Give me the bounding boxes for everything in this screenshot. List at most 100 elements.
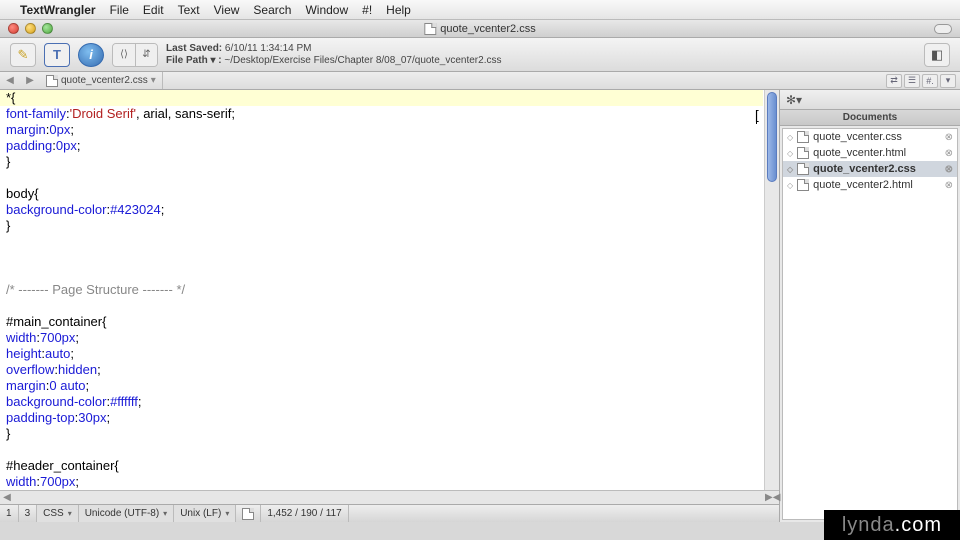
window-titlebar: quote_vcenter2.css	[0, 20, 960, 38]
code-line[interactable]: }	[6, 154, 773, 170]
active-document-tab[interactable]: quote_vcenter2.css ▾	[40, 72, 163, 89]
close-document-icon[interactable]: ⊗	[945, 132, 953, 143]
menu-edit[interactable]: Edit	[143, 3, 164, 17]
document-icon	[797, 147, 809, 159]
document-icon	[242, 508, 254, 520]
document-name: quote_vcenter2.css	[813, 163, 940, 175]
status-lineending-picker[interactable]: Unix (LF)	[174, 505, 236, 522]
code-line[interactable]: padding-top:30px;	[6, 410, 773, 426]
menu-text[interactable]: Text	[178, 3, 200, 17]
watermark: lynda.com	[824, 510, 960, 540]
sidebar-toggle-button[interactable]: ◧	[924, 43, 950, 67]
menu-shebang[interactable]: #!	[362, 3, 372, 17]
code-line[interactable]	[6, 170, 773, 186]
code-line[interactable]: overflow:hidden;	[6, 362, 773, 378]
code-line[interactable]: }	[6, 426, 773, 442]
document-icon	[46, 75, 58, 87]
document-list-item[interactable]: ◇quote_vcenter2.html⊗	[783, 177, 957, 193]
function-popup-button[interactable]: #.	[922, 74, 938, 88]
marker-button[interactable]: ☰	[904, 74, 920, 88]
code-line[interactable]: #main_container{	[6, 314, 773, 330]
zoom-window-button[interactable]	[42, 23, 53, 34]
menubar: TextWrangler File Edit Text View Search …	[0, 0, 960, 20]
edit-button[interactable]: ✎	[10, 43, 36, 67]
document-list-item[interactable]: ◇ quote_vcenter2.css ⊗	[783, 161, 957, 177]
file-info: Last Saved: 6/10/11 1:34:14 PM File Path…	[166, 43, 501, 67]
code-line[interactable]	[6, 234, 773, 250]
code-line[interactable]: background-color:#423024;	[6, 202, 773, 218]
code-line[interactable]: /* ------- Page Structure ------- */	[6, 282, 773, 298]
hscroll-right-icon[interactable]: ▶◀	[765, 492, 779, 503]
split-button[interactable]: ▾	[940, 74, 956, 88]
code-line[interactable]: body{	[6, 186, 773, 202]
document-name: quote_vcenter.css	[813, 131, 940, 143]
view-mode-b[interactable]: ⇵	[135, 44, 157, 66]
watermark-b: .com	[895, 514, 942, 537]
status-encoding-picker[interactable]: Unicode (UTF-8)	[79, 505, 174, 522]
documents-drawer: ✻▾ Documents ◇ quote_vcenter.css ⊗ ◇ quote_v…	[780, 90, 960, 522]
drawer-toolbar: ✻▾	[780, 90, 960, 110]
nav-back-button[interactable]: ◀	[0, 75, 20, 86]
code-line[interactable]: width:700px;	[6, 474, 773, 490]
app-menu[interactable]: TextWrangler	[20, 3, 96, 17]
code-line[interactable]: padding:0px;	[6, 138, 773, 154]
diamond-icon: ◇	[787, 149, 793, 158]
code-line[interactable]: #header_container{	[6, 458, 773, 474]
watermark-a: lynda	[842, 514, 895, 537]
document-name: quote_vcenter2.html	[813, 179, 940, 191]
tab-filename: quote_vcenter2.css	[61, 75, 148, 86]
gear-icon[interactable]: ✻▾	[786, 93, 802, 107]
main-area: *{font-family:'Droid Serif', arial, sans…	[0, 90, 960, 522]
close-document-icon[interactable]: ⊗	[945, 180, 953, 191]
close-window-button[interactable]	[8, 23, 19, 34]
menu-window[interactable]: Window	[305, 3, 348, 17]
code-line[interactable]	[6, 442, 773, 458]
file-path-label[interactable]: File Path ▾ :	[166, 55, 222, 66]
view-mode-segment[interactable]: ⟨⟩ ⇵	[112, 43, 158, 67]
menu-file[interactable]: File	[110, 3, 129, 17]
menu-search[interactable]: Search	[253, 3, 291, 17]
status-col: 3	[19, 505, 38, 522]
info-button[interactable]: i	[78, 43, 104, 67]
tab-dropdown-icon[interactable]: ▾	[151, 75, 156, 86]
status-doc-icon[interactable]	[236, 505, 261, 522]
text-options-button[interactable]: T	[44, 43, 70, 67]
document-list: ◇quote_vcenter.css⊗◇quote_vcenter.html⊗◇…	[782, 128, 958, 520]
code-line[interactable]: margin:0 auto;	[6, 378, 773, 394]
code-line[interactable]: margin:0px;	[6, 122, 773, 138]
code-line[interactable]: width:700px;	[6, 330, 773, 346]
code-line[interactable]: font-family:'Droid Serif', arial, sans-s…	[6, 106, 773, 122]
minimize-window-button[interactable]	[25, 23, 36, 34]
document-list-item[interactable]: ◇ quote_vcenter.html ⊗	[783, 145, 957, 161]
toolbar-toggle-button[interactable]	[934, 24, 952, 34]
statusbar: 1 3 CSS Unicode (UTF-8) Unix (LF) 1,452 …	[0, 504, 779, 522]
drawer-header: Documents	[780, 110, 960, 126]
status-language-picker[interactable]: CSS	[37, 505, 79, 522]
document-icon	[797, 179, 809, 191]
document-icon	[797, 163, 809, 175]
code-line[interactable]: *{	[6, 90, 773, 106]
code-line[interactable]	[6, 250, 773, 266]
code-line[interactable]: height:auto;	[6, 346, 773, 362]
last-saved-label: Last Saved:	[166, 43, 222, 54]
document-name: quote_vcenter.html	[813, 147, 940, 159]
menu-view[interactable]: View	[214, 3, 240, 17]
counterpart-button[interactable]: ⇄	[886, 74, 902, 88]
document-tabbar: ◀ ▶ quote_vcenter2.css ▾ ⇄ ☰ #. ▾	[0, 72, 960, 90]
document-list-item[interactable]: ◇quote_vcenter.css⊗	[783, 129, 957, 145]
code-line[interactable]	[6, 266, 773, 282]
view-mode-a[interactable]: ⟨⟩	[113, 44, 135, 66]
code-line[interactable]: }	[6, 218, 773, 234]
diamond-icon: ◇	[787, 165, 793, 174]
nav-forward-button[interactable]: ▶	[20, 75, 40, 86]
code-line[interactable]: background-color:#ffffff;	[6, 394, 773, 410]
code-line[interactable]	[6, 298, 773, 314]
close-document-icon[interactable]: ⊗	[945, 148, 953, 159]
menu-help[interactable]: Help	[386, 3, 411, 17]
hscroll-left-icon[interactable]: ◀	[0, 492, 14, 503]
window-title-text: quote_vcenter2.css	[440, 23, 535, 35]
code-editor[interactable]: *{font-family:'Droid Serif', arial, sans…	[0, 90, 779, 490]
horizontal-scrollbar[interactable]: ◀ ▶◀	[0, 490, 779, 504]
close-document-icon[interactable]: ⊗	[945, 164, 953, 175]
window-title: quote_vcenter2.css	[424, 23, 535, 35]
